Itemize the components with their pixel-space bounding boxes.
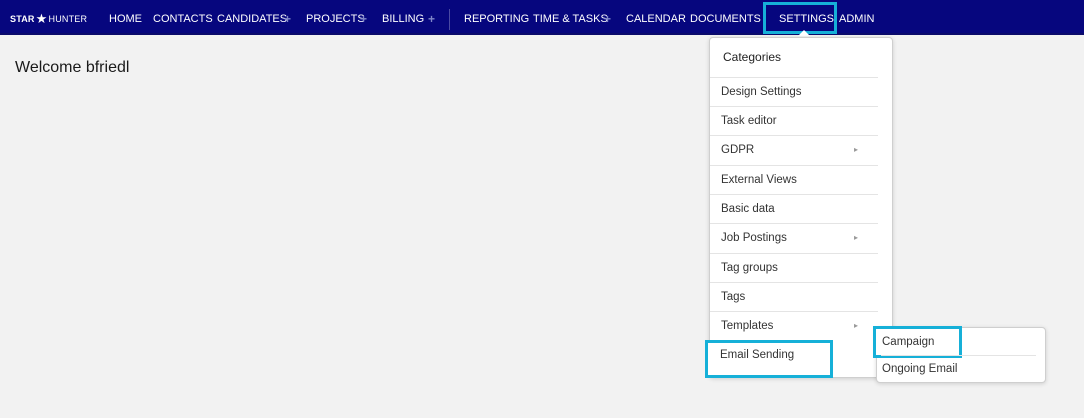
nav-candidates[interactable]: CANDIDATES [217,0,287,35]
menu-item-design-settings[interactable]: Design Settings [710,77,878,106]
time-tasks-plus-icon[interactable]: + [604,0,611,35]
menu-item-label: GDPR [721,144,755,156]
nav-contacts[interactable]: CONTACTS [153,0,213,35]
nav-divider [449,9,450,30]
welcome-message: Welcome bfriedl [15,59,130,76]
chevron-right-icon: ▸ [853,321,858,330]
menu-item-label: Task editor [721,115,777,127]
menu-item-job-postings[interactable]: Job Postings ▸ [710,223,878,252]
chevron-right-icon: ▸ [853,233,858,242]
menu-item-external-views[interactable]: External Views [710,165,878,194]
menu-item-gdpr[interactable]: GDPR ▸ [710,135,878,164]
menu-item-tag-groups[interactable]: Tag groups [710,253,878,282]
menu-item-label: Tags [721,291,746,303]
submenu-item-ongoing-email[interactable]: Ongoing Email [882,363,957,375]
nav-admin[interactable]: ADMIN [839,0,874,35]
settings-dropdown: Categories Design Settings Task editor G… [709,37,893,378]
nav-time-tasks[interactable]: TIME & TASKS [533,0,608,35]
nav-calendar[interactable]: CALENDAR [626,0,686,35]
top-nav-bar: STAR ★ HUNTER HOME CONTACTS CANDIDATES +… [0,0,1084,35]
menu-item-task-editor[interactable]: Task editor [710,106,878,135]
nav-documents[interactable]: DOCUMENTS [690,0,761,35]
menu-item-label: Templates [721,320,774,332]
starhunter-logo[interactable]: STAR ★ HUNTER [10,12,87,26]
menu-item-tags[interactable]: Tags [710,282,878,311]
menu-item-label: Email Sending [720,349,795,361]
submenu-item-label: Campaign [882,336,935,348]
projects-plus-icon[interactable]: + [360,0,367,35]
nav-reporting[interactable]: REPORTING [464,0,529,35]
logo-hunter-text: HUNTER [48,14,88,24]
billing-plus-icon[interactable]: + [428,0,435,35]
menu-item-label: Basic data [721,203,775,215]
menu-item-label: Tag groups [721,262,778,274]
logo-star-text: STAR [10,14,35,24]
menu-item-label: Design Settings [721,86,802,98]
chevron-right-icon: ▸ [853,145,858,154]
menu-item-templates[interactable]: Templates ▸ [710,311,878,340]
candidates-plus-icon[interactable]: + [284,0,291,35]
dropdown-caret-icon [798,30,810,36]
dropdown-header: Categories [723,50,782,64]
nav-projects[interactable]: PROJECTS [306,0,365,35]
star-icon: ★ [35,10,48,26]
submenu-divider [881,355,1036,356]
nav-home[interactable]: HOME [109,0,142,35]
nav-billing[interactable]: BILLING [382,0,424,35]
menu-item-label: Job Postings [721,232,787,244]
menu-item-basic-data[interactable]: Basic data [710,194,878,223]
menu-item-label: External Views [721,174,797,186]
